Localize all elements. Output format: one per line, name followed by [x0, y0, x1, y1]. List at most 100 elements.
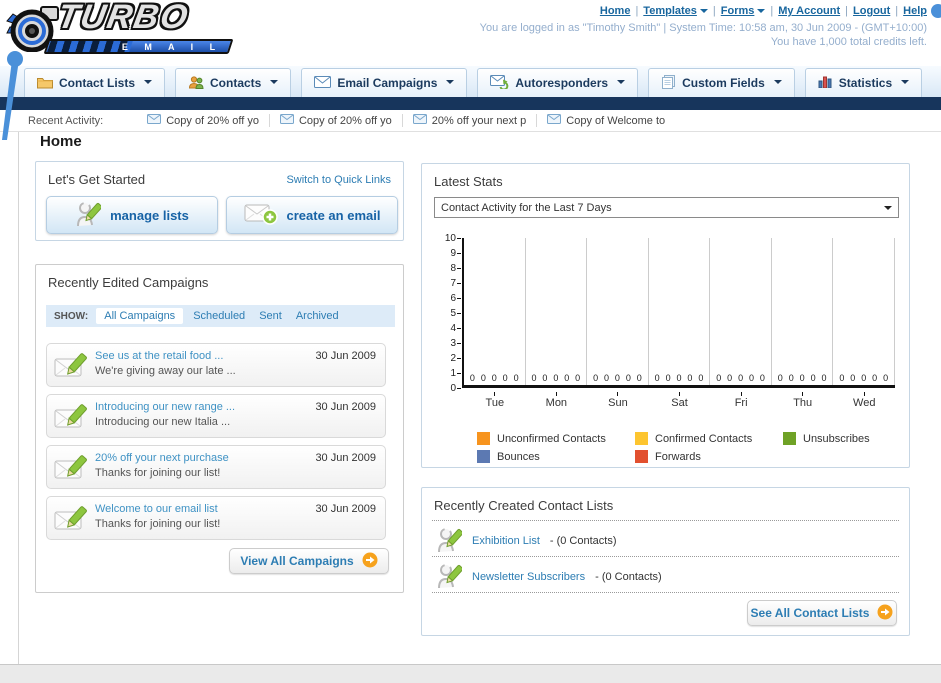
filter-archived[interactable]: Archived [296, 310, 339, 322]
top-link-templates[interactable]: Templates [643, 5, 708, 17]
chart-value-label: 0 [603, 373, 609, 383]
top-link-home[interactable]: Home [600, 5, 631, 17]
legend-swatch [783, 432, 796, 445]
top-link-help[interactable]: Help [903, 5, 927, 17]
recent-activity-text: Copy of 20% off yo [166, 114, 259, 127]
campaign-row[interactable]: 20% off your next purchase Thanks for joi… [46, 445, 386, 489]
recent-activity-item[interactable]: Copy of 20% off yo [268, 114, 402, 127]
manage-lists-button[interactable]: manage lists [46, 196, 218, 234]
campaign-date: 30 Jun 2009 [315, 401, 376, 413]
legend-swatch [635, 450, 648, 463]
stats-period-select[interactable]: Contact Activity for the Last 7 Days [434, 197, 899, 218]
chart-value-labels: 00000 [587, 373, 648, 383]
tab-contacts[interactable]: Contacts [175, 68, 292, 97]
custom-fields-icon [661, 74, 676, 92]
campaign-subtitle: We're giving away our late ... [95, 365, 236, 377]
chart-value-label: 0 [748, 373, 754, 383]
switch-quick-links-link[interactable]: Switch to Quick Links [286, 174, 391, 186]
filter-sent[interactable]: Sent [259, 310, 282, 322]
chart-value-label: 0 [491, 373, 497, 383]
legend-swatch [477, 450, 490, 463]
create-email-label: create an email [286, 207, 381, 223]
chart-plot-area: 00000000000000000000000000000000000 [462, 238, 896, 388]
filter-all-campaigns[interactable]: All Campaigns [96, 308, 184, 324]
campaign-title-link[interactable]: See us at the retail food ... [95, 350, 223, 362]
chart-value-labels: 00000 [833, 373, 894, 383]
page-footer [0, 664, 941, 683]
stats-panel: Latest Stats Contact Activity for the La… [421, 163, 910, 468]
contacts-icon [188, 75, 204, 92]
envelope-icon [412, 114, 427, 127]
legend-label: Bounces [497, 450, 540, 463]
x-axis-tick-label: Fri [710, 392, 772, 409]
top-link-forms[interactable]: Forms [721, 5, 766, 17]
create-email-icon [244, 202, 278, 229]
chart-day-group: 00000 [464, 238, 526, 385]
campaign-title-link[interactable]: Introducing our new range ... [95, 401, 235, 413]
campaign-subtitle: Thanks for joining our list! [95, 467, 221, 479]
chart-value-label: 0 [759, 373, 765, 383]
tab-label: Contact Lists [59, 76, 136, 90]
recent-activity-item[interactable]: Copy of 20% off yo [137, 114, 269, 127]
chart-day-group: 00000 [710, 238, 772, 385]
y-axis-tick-label: 0 [434, 383, 461, 394]
chart-value-label: 0 [698, 373, 704, 383]
y-axis-tick-label: 5 [434, 308, 461, 319]
top-link-my-account[interactable]: My Account [778, 5, 840, 17]
contact-activity-chart: 0000000000000000000000000000000000001234… [434, 230, 899, 428]
chevron-down-icon [446, 80, 455, 88]
stats-period-value: Contact Activity for the Last 7 Days [441, 201, 612, 214]
x-axis-tick-mark [555, 392, 557, 396]
chart-day-group: 00000 [649, 238, 711, 385]
contact-lists-panel: Recently Created Contact Lists Exhibitio… [421, 487, 910, 636]
chart-value-label: 0 [665, 373, 671, 383]
tab-autoresponders[interactable]: Autoresponders [477, 68, 639, 97]
legend-label: Confirmed Contacts [655, 432, 753, 445]
chevron-down-icon [773, 80, 782, 88]
show-label: SHOW: [54, 310, 89, 322]
campaign-title-link[interactable]: 20% off your next purchase [95, 452, 229, 464]
filter-scheduled[interactable]: Scheduled [193, 310, 245, 322]
x-axis-tick-mark [802, 392, 804, 396]
contact-list-item[interactable]: Newsletter Subscribers - (0 Contacts) [436, 562, 662, 592]
x-axis-tick-label: Wed [833, 392, 895, 409]
x-axis-tick-mark [494, 392, 496, 396]
chart-value-label: 0 [861, 373, 867, 383]
see-all-contact-lists-button[interactable]: See All Contact Lists [747, 600, 897, 626]
tab-email-campaigns[interactable]: Email Campaigns [301, 68, 468, 97]
legend-item: Unconfirmed Contacts [477, 432, 635, 445]
recent-activity-bar: Recent Activity: Copy of 20% off yo Copy … [0, 110, 941, 132]
campaign-date: 30 Jun 2009 [315, 350, 376, 362]
page-title: Home [40, 133, 82, 150]
contact-list-name-link[interactable]: Newsletter Subscribers [472, 571, 585, 583]
recent-activity-items: Copy of 20% off yo Copy of 20% off yo 20% … [137, 114, 675, 127]
chart-value-label: 0 [593, 373, 599, 383]
recent-activity-item[interactable]: 20% off your next p [401, 114, 537, 127]
contact-list-count: - (0 Contacts) [595, 571, 662, 583]
tab-label: Statistics [838, 76, 893, 90]
chart-value-label: 0 [513, 373, 519, 383]
tab-statistics[interactable]: Statistics [804, 68, 923, 97]
recent-activity-item[interactable]: Copy of Welcome to [536, 114, 675, 127]
legend-item: Unsubscribes [783, 432, 887, 445]
x-axis-tick-mark [679, 392, 681, 396]
campaign-row[interactable]: Introducing our new range ... Introducing… [46, 394, 386, 438]
tab-contact-lists[interactable]: Contact Lists [24, 68, 166, 97]
campaign-title-link[interactable]: Welcome to our email list [95, 503, 218, 515]
envelope-pencil-icon [54, 505, 90, 538]
campaign-row[interactable]: Welcome to our email list Thanks for join… [46, 496, 386, 540]
chart-value-label: 0 [799, 373, 805, 383]
view-all-campaigns-button[interactable]: View All Campaigns [229, 548, 389, 574]
create-email-button[interactable]: create an email [226, 196, 398, 234]
top-link-logout[interactable]: Logout [853, 5, 890, 17]
logo-email-text: E M A I L [121, 42, 222, 52]
y-axis-tick-label: 6 [434, 293, 461, 304]
chart-value-label: 0 [850, 373, 856, 383]
tab-custom-fields[interactable]: Custom Fields [648, 68, 795, 97]
campaign-row[interactable]: See us at the retail food ... We're givin… [46, 343, 386, 387]
contact-list-item[interactable]: Exhibition List - (0 Contacts) [436, 526, 617, 556]
app-logo: TURBO E M A I L [6, 0, 236, 60]
legend-item: Confirmed Contacts [635, 432, 783, 445]
chart-day-group: 00000 [587, 238, 649, 385]
contact-list-name-link[interactable]: Exhibition List [472, 535, 540, 547]
